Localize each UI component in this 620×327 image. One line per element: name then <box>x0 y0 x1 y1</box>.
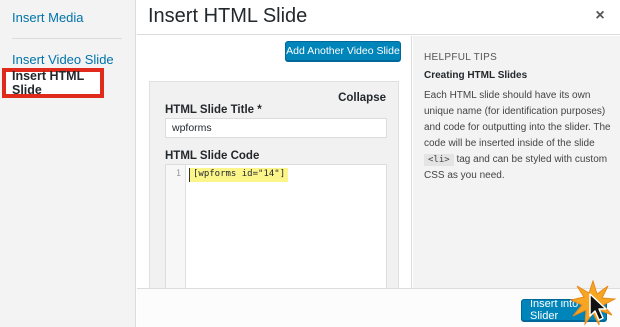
close-icon[interactable]: × <box>592 8 608 24</box>
modal-title: Insert HTML Slide <box>148 5 308 27</box>
tips-subheading: Creating HTML Slides <box>424 70 528 81</box>
collapse-link[interactable]: Collapse <box>338 92 386 104</box>
starburst-icon <box>570 280 616 326</box>
slide-title-label: HTML Slide Title * <box>165 104 262 116</box>
helpful-tips-panel: HELPFUL TIPS Creating HTML Slides Each H… <box>413 36 620 288</box>
li-code-tag: <li> <box>424 154 454 166</box>
tips-text-start: Each HTML slide should have its own uniq… <box>424 90 611 149</box>
slide-title-input[interactable]: wpforms <box>165 118 387 138</box>
media-menu: Insert Media Insert Video Slide Insert H… <box>0 0 136 327</box>
menu-item-insert-media[interactable]: Insert Media <box>12 10 84 25</box>
menu-separator <box>12 38 122 39</box>
menu-item-label: Insert HTML Slide <box>12 69 84 97</box>
code-gutter: 1 <box>166 165 186 292</box>
slide-code-editor[interactable]: 1 [wpforms id="14"] <box>165 164 387 292</box>
tips-heading: HELPFUL TIPS <box>424 52 498 63</box>
slide-code-label: HTML Slide Code <box>165 150 260 162</box>
modal-header: Insert HTML Slide × <box>137 0 620 35</box>
menu-item-insert-video-slide[interactable]: Insert Video Slide <box>12 52 114 67</box>
code-line[interactable]: [wpforms id="14"] <box>189 168 289 182</box>
tips-body: Each HTML slide should have its own uniq… <box>424 88 614 184</box>
add-another-video-slide-button[interactable]: Add Another Video Slide <box>285 41 401 61</box>
menu-item-insert-html-slide[interactable]: Insert HTML Slide <box>2 68 104 98</box>
modal-footer: Insert into Slider <box>137 288 620 327</box>
modal-content: Add Another Video Slide Collapse HTML Sl… <box>137 36 412 292</box>
line-number: 1 <box>175 169 181 179</box>
html-slide-panel: Collapse HTML Slide Title * wpforms HTML… <box>149 81 399 292</box>
